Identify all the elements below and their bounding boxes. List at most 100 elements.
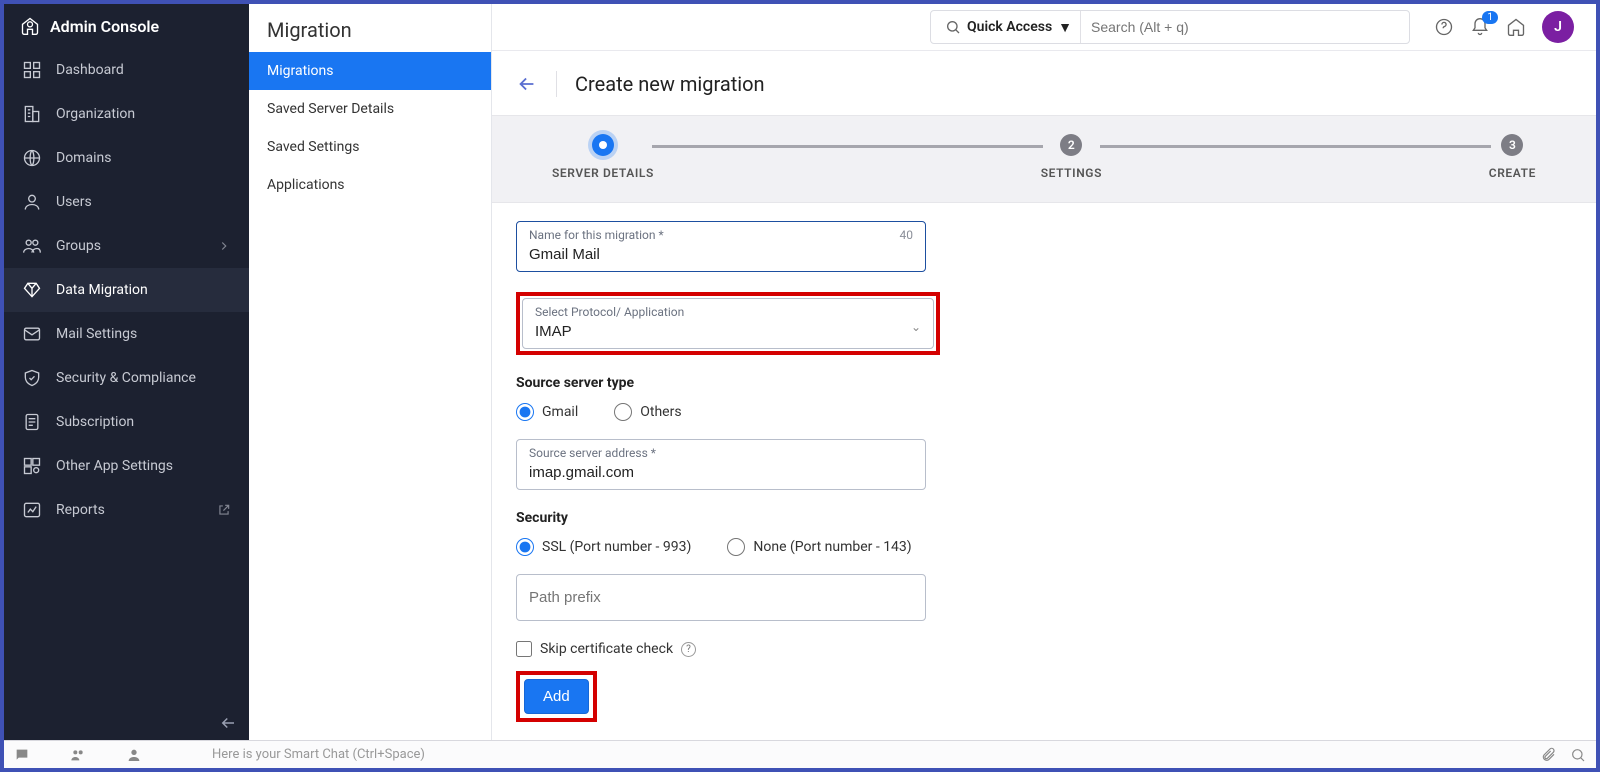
contacts-icon[interactable] [70,747,86,763]
subpanel-item-applications[interactable]: Applications [249,166,491,204]
radio-others-input[interactable] [614,403,632,421]
protocol-field[interactable]: Select Protocol/ Application ⌄ [522,298,934,349]
step-create[interactable]: 3 CREATE [1489,134,1536,180]
sidebar-item-label: Reports [56,502,105,518]
sidebar-item-users[interactable]: Users [4,180,249,224]
sidebar-item-label: Security & Compliance [56,370,196,386]
path-prefix-input[interactable] [529,589,913,606]
radio-gmail[interactable]: Gmail [516,403,578,421]
sidebar-item-organization[interactable]: Organization [4,92,249,136]
step-line [652,145,1043,148]
protocol-label: Select Protocol/ Application [535,305,684,319]
add-button[interactable]: Add [524,679,589,714]
document-icon [22,412,42,432]
radio-others-label: Others [640,404,681,420]
sidebar-item-label: Other App Settings [56,458,173,474]
sidebar-item-data-migration[interactable]: Data Migration [4,268,249,312]
radio-none-label: None (Port number - 143) [753,539,911,555]
chart-icon [22,500,42,520]
subpanel-item-saved-settings[interactable]: Saved Settings [249,128,491,166]
smartchat-hint[interactable]: Here is your Smart Chat (Ctrl+Space) [212,747,425,762]
sidebar-header: Admin Console [4,4,249,48]
skip-cert-label: Skip certificate check [540,641,673,657]
sidebar-item-subscription[interactable]: Subscription [4,400,249,444]
source-type-label: Source server type [516,375,1408,391]
form: Name for this migration * 40 Select Prot… [492,203,1432,734]
sidebar-item-label: Domains [56,150,111,166]
subpanel-item-saved-server-details[interactable]: Saved Server Details [249,90,491,128]
page-title: Create new migration [575,72,765,96]
bottombar: Here is your Smart Chat (Ctrl+Space) [4,740,1596,768]
global-search-input[interactable] [1081,19,1403,35]
quick-access-label: Quick Access [967,19,1052,35]
shield-icon [22,368,42,388]
app-title: Admin Console [50,17,159,36]
migration-name-field[interactable]: Name for this migration * 40 [516,221,926,272]
char-counter: 40 [900,228,914,242]
skip-cert-checkbox[interactable] [516,641,532,657]
migration-name-label: Name for this migration * [529,228,664,242]
content: Quick Access ▼ J Create new migration [492,4,1596,740]
sidebar-item-label: Organization [56,106,135,122]
caret-down-icon: ▼ [1058,19,1072,36]
chat-icon[interactable] [14,747,30,763]
topbar: Quick Access ▼ J [492,4,1596,51]
home-icon[interactable] [1506,17,1526,37]
sidebar-item-groups[interactable]: Groups [4,224,249,268]
sidebar-item-reports[interactable]: Reports [4,488,249,532]
radio-ssl-label: SSL (Port number - 993) [542,539,691,555]
sidebar-item-label: Data Migration [56,282,148,298]
profile-icon[interactable] [126,747,142,763]
step-server-details[interactable]: SERVER DETAILS [552,134,654,180]
search-icon [945,19,961,35]
notifications-icon[interactable] [1470,17,1490,37]
building-icon [22,104,42,124]
sidebar-item-mail-settings[interactable]: Mail Settings [4,312,249,356]
source-address-label: Source server address * [529,446,656,460]
dashboard-icon [22,60,42,80]
sidebar-item-label: Groups [56,238,101,254]
step-line [1100,145,1491,148]
sidebar: Admin Console Dashboard Organization Dom… [4,4,249,740]
radio-ssl[interactable]: SSL (Port number - 993) [516,538,691,556]
search-wrap: Quick Access ▼ [930,10,1410,44]
highlight-add-button: Add [516,671,597,722]
step-settings[interactable]: 2 SETTINGS [1041,134,1102,180]
subpanel-title: Migration [249,4,491,52]
user-avatar[interactable]: J [1542,11,1574,43]
radio-others[interactable]: Others [614,403,681,421]
user-icon [22,192,42,212]
page-head: Create new migration [492,51,1596,115]
sidebar-item-label: Mail Settings [56,326,137,342]
radio-none[interactable]: None (Port number - 143) [727,538,911,556]
divider [556,71,557,97]
source-address-field[interactable]: Source server address * [516,439,926,490]
back-button[interactable] [516,73,538,95]
highlight-protocol: Select Protocol/ Application ⌄ [516,292,940,355]
logo-icon [20,16,40,36]
radio-ssl-input[interactable] [516,538,534,556]
subpanel-item-migrations[interactable]: Migrations [249,52,491,90]
sidebar-item-dashboard[interactable]: Dashboard [4,48,249,92]
apps-gear-icon [22,456,42,476]
migration-icon [22,280,42,300]
quick-access-dropdown[interactable]: Quick Access ▼ [937,11,1081,43]
sidebar-item-label: Subscription [56,414,134,430]
globe-icon [22,148,42,168]
attachment-icon[interactable] [1540,747,1556,763]
sidebar-item-security[interactable]: Security & Compliance [4,356,249,400]
sidebar-item-other-app-settings[interactable]: Other App Settings [4,444,249,488]
external-link-icon [217,503,231,517]
path-prefix-field[interactable] [516,574,926,621]
collapse-sidebar-icon[interactable] [219,714,237,732]
mail-gear-icon [22,324,42,344]
security-label: Security [516,510,1408,526]
help-tooltip-icon[interactable]: ? [681,642,696,657]
sidebar-item-domains[interactable]: Domains [4,136,249,180]
users-icon [22,236,42,256]
zoom-icon[interactable] [1570,747,1586,763]
radio-gmail-input[interactable] [516,403,534,421]
chevron-right-icon [217,239,231,253]
help-icon[interactable] [1434,17,1454,37]
radio-none-input[interactable] [727,538,745,556]
